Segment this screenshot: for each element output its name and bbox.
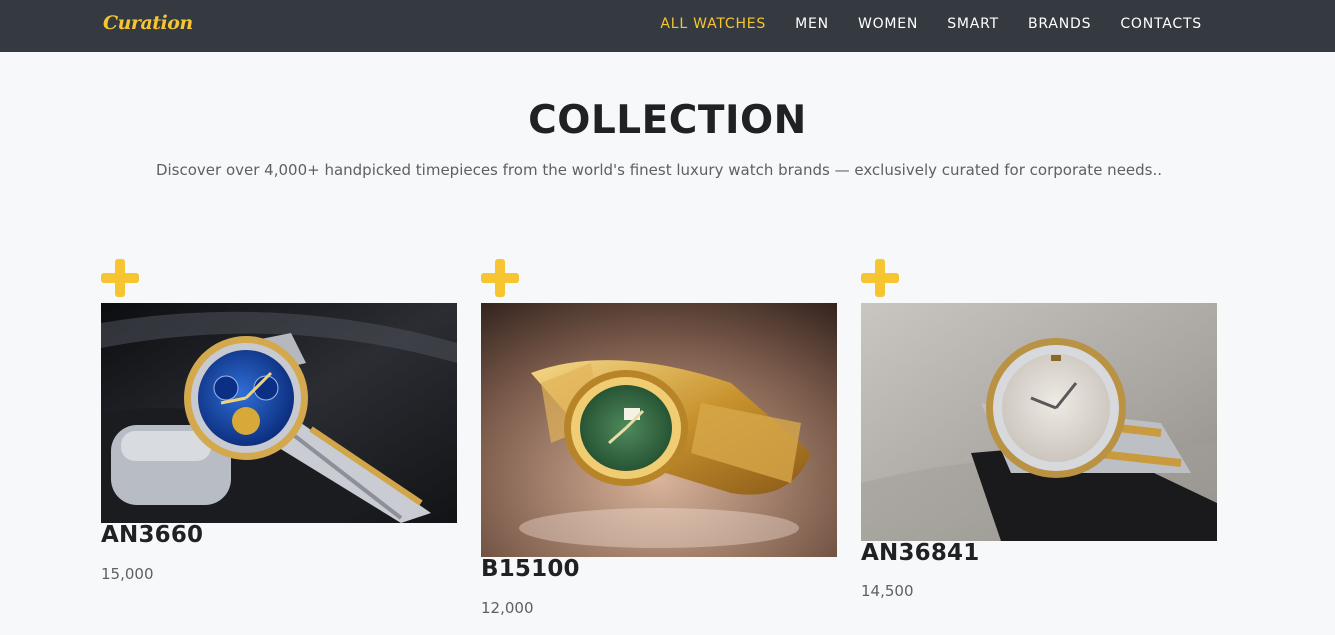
plus-icon[interactable] [101,259,139,297]
watch-photo-graphic [481,303,837,557]
product-price: 15,000 [101,565,154,583]
product-price: 14,500 [861,582,914,600]
product-name[interactable]: AN36841 [861,540,979,566]
nav-link-all-watches[interactable]: ALL WATCHES [660,16,766,32]
green-dial-watch-image[interactable] [481,303,837,557]
silver-dial-watch-image[interactable] [861,303,1217,541]
nav-link-brands[interactable]: BRANDS [1028,16,1091,32]
top-navbar: Curation ALL WATCHES MEN WOMEN SMART BRA… [0,0,1335,52]
plus-icon[interactable] [481,259,519,297]
main-nav: ALL WATCHES MEN WOMEN SMART BRANDS CONTA… [660,16,1202,32]
page-subtitle: Discover over 4,000+ handpicked timepiec… [155,161,1163,179]
nav-link-men[interactable]: MEN [795,16,829,32]
nav-link-women[interactable]: WOMEN [858,16,918,32]
product-name[interactable]: B15100 [481,556,580,582]
page-title: COLLECTION [528,98,807,143]
nav-link-smart[interactable]: SMART [947,16,999,32]
watch-photo-graphic [101,303,457,523]
blue-dial-watch-image[interactable] [101,303,457,523]
brand-logo[interactable]: Curation [103,12,193,34]
product-price: 12,000 [481,599,534,617]
plus-icon[interactable] [861,259,899,297]
product-name[interactable]: AN3660 [101,522,203,548]
nav-link-contacts[interactable]: CONTACTS [1120,16,1202,32]
watch-photo-graphic [861,303,1217,541]
